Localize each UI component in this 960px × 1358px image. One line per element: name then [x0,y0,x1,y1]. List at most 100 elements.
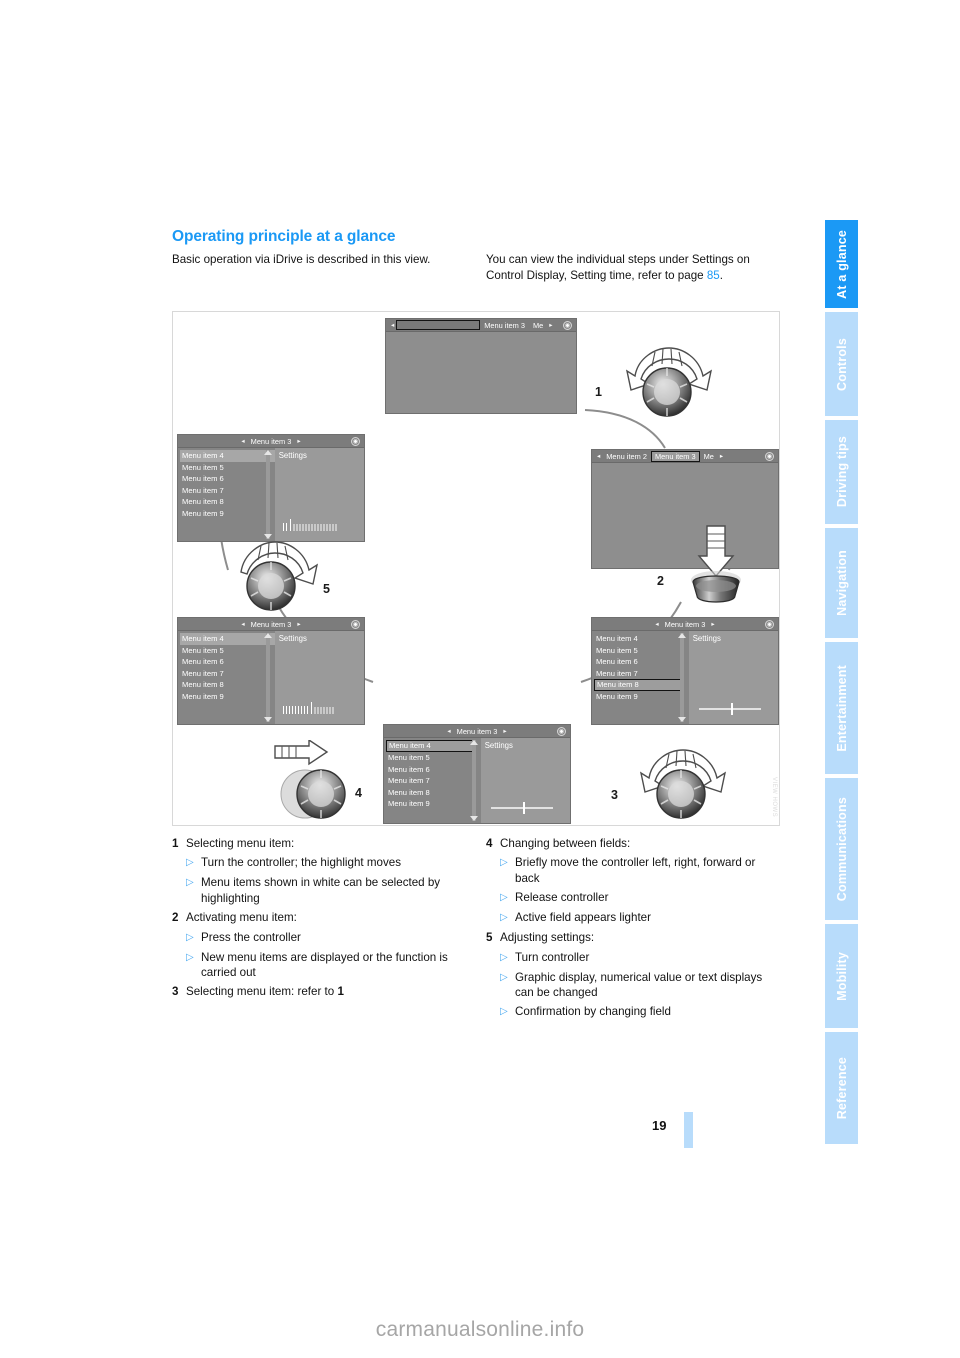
scroll-down-arrow-icon[interactable] [469,816,478,821]
bullet-text: Briefly move the controller left, right,… [515,856,756,885]
scroll-down-arrow-icon[interactable] [263,717,272,722]
chapter-tab-at-a-glance[interactable]: At a glance [822,220,858,308]
menu-list: Menu item 4 Menu item 5 Menu item 6 Menu… [592,631,689,724]
chapter-tab-entertainment[interactable]: Entertainment [822,642,858,774]
display-screen-top: ◂ Menu item 3 Me ▸ ◉ [385,318,577,414]
list-item[interactable]: Menu item 4 [594,633,689,645]
display-menu-bar: ◂ Menu item 3 ▸ ◉ [178,618,364,631]
nav-left-arrow-icon[interactable]: ◂ [239,437,246,445]
list-item-selected[interactable]: Menu item 4 [386,740,473,752]
step-title: Changing between fields: [500,837,631,850]
menu-bar-item-truncated[interactable]: Me [700,452,718,461]
menu-bar-blank-field[interactable] [396,320,481,330]
display-body: Menu item 4 Menu item 5 Menu item 6 Menu… [178,631,364,724]
nav-right-arrow-icon[interactable]: ▸ [547,321,554,329]
bullet-triangle-icon: ▷ [500,971,508,983]
list-item[interactable]: Menu item 5 [386,752,481,764]
chapter-tab-communications[interactable]: Communications [822,778,858,920]
list-item-selected[interactable]: Menu item 8 [594,679,681,691]
cd-icon: ◉ [563,321,572,330]
chapter-tab-mobility[interactable]: Mobility [822,924,858,1028]
rotate-knob-graphic [639,749,727,819]
step-bullet: ▷ Active field appears lighter [500,910,782,926]
list-item[interactable]: Menu item 4 [180,633,275,645]
menu-bar-title: Menu item 3 [250,619,292,629]
list-item[interactable]: Menu item 8 [386,787,481,799]
list-item[interactable]: Menu item 5 [594,645,689,657]
settings-panel: Settings [688,631,778,724]
menu-bar-item-truncated[interactable]: Me [529,321,547,330]
scrollbar[interactable] [679,633,684,722]
list-item[interactable]: Menu item 6 [180,656,275,668]
bargraph-widget[interactable] [282,519,338,531]
slider-knob[interactable] [522,802,525,814]
slider-widget[interactable] [698,703,761,715]
press-knob-graphic [691,525,741,603]
bullet-text: New menu items are displayed or the func… [201,950,448,980]
menu-bar-item-menu-item-3-selected[interactable]: Menu item 3 [650,450,700,462]
step-number: 4 [486,837,493,850]
page-cross-reference[interactable]: 85 [707,269,720,282]
chapter-tab-navigation[interactable]: Navigation [822,528,858,638]
menu-bar-item-menu-item-3[interactable]: Menu item 3 [480,321,529,330]
list-item[interactable]: Menu item 6 [594,656,689,668]
scrollbar[interactable] [471,740,476,821]
list-item[interactable]: Menu item 5 [180,462,275,474]
settings-panel: Settings [274,631,364,724]
chapter-tab-label: At a glance [834,229,849,299]
list-item[interactable]: Menu item 7 [180,485,275,497]
rotate-knob-graphic [625,347,713,417]
step-bullet: ▷ Briefly move the controller left, right… [500,855,782,886]
list-item[interactable]: Menu item 8 [180,679,275,691]
chapter-tab-controls[interactable]: Controls [822,312,858,416]
scrollbar[interactable] [265,633,270,722]
list-item[interactable]: Menu item 7 [386,775,481,787]
chapter-tab-reference[interactable]: Reference [822,1032,858,1144]
list-item[interactable]: Menu item 7 [594,668,689,680]
menu-bar-item-menu-item-2[interactable]: Menu item 2 [602,452,651,461]
chapter-tab-driving-tips[interactable]: Driving tips [822,420,858,524]
manual-page: At a glance Controls Driving tips Navigatio… [0,0,960,1358]
display-screen-bottom: ◂ Menu item 3 ▸ ◉ Menu item 4 Menu item … [383,724,571,824]
scroll-up-arrow-icon[interactable] [263,633,272,638]
list-item[interactable]: Menu item 8 [180,496,275,508]
nav-left-arrow-icon[interactable]: ◂ [389,321,396,329]
slider-knob[interactable] [730,703,733,715]
scroll-up-arrow-icon[interactable] [263,450,272,455]
nav-right-arrow-icon[interactable]: ▸ [295,620,302,628]
bullet-triangle-icon: ▷ [500,912,508,924]
press-down-arrow-icon [697,525,735,578]
nav-right-arrow-icon[interactable]: ▸ [718,452,725,460]
list-item[interactable]: Menu item 9 [594,691,689,703]
bargraph-widget[interactable] [282,702,335,714]
list-item[interactable]: Menu item 9 [180,691,275,703]
nav-left-arrow-icon[interactable]: ◂ [239,620,246,628]
scrollbar[interactable] [265,450,270,539]
nav-left-arrow-icon[interactable]: ◂ [595,452,602,460]
list-item[interactable]: Menu item 5 [180,645,275,657]
step-bullet: ▷ Turn the controller; the highlight move… [186,855,462,871]
nav-right-arrow-icon[interactable]: ▸ [709,620,716,628]
list-item[interactable]: Menu item 9 [386,798,481,810]
display-body: Menu item 4 Menu item 5 Menu item 6 Menu… [384,738,570,823]
nav-left-arrow-icon[interactable]: ◂ [445,727,452,735]
bullet-text: Turn controller [515,950,590,964]
cd-icon: ◉ [765,620,774,629]
menu-bar-title: Menu item 3 [456,726,498,736]
list-item[interactable]: Menu item 9 [180,508,275,520]
display-body: Menu item 4 Menu item 5 Menu item 6 Menu… [592,631,778,724]
nav-left-arrow-icon[interactable]: ◂ [653,620,660,628]
list-item[interactable]: Menu item 4 [180,450,275,462]
nav-right-arrow-icon[interactable]: ▸ [295,437,302,445]
step-bullet: ▷ Graphic display, numerical value or tex… [500,970,782,1001]
scroll-down-arrow-icon[interactable] [677,717,686,722]
list-item[interactable]: Menu item 6 [180,473,275,485]
idrive-operating-principle-figure: ◂ Menu item 3 Me ▸ ◉ ◂ Menu item 2 Menu … [172,311,780,826]
list-item[interactable]: Menu item 6 [386,764,481,776]
list-item[interactable]: Menu item 7 [180,668,275,680]
slider-widget[interactable] [490,802,553,814]
scroll-up-arrow-icon[interactable] [677,633,686,638]
nav-right-arrow-icon[interactable]: ▸ [501,727,508,735]
chapter-tab-label: Entertainment [834,664,849,752]
scroll-up-arrow-icon[interactable] [469,740,478,745]
